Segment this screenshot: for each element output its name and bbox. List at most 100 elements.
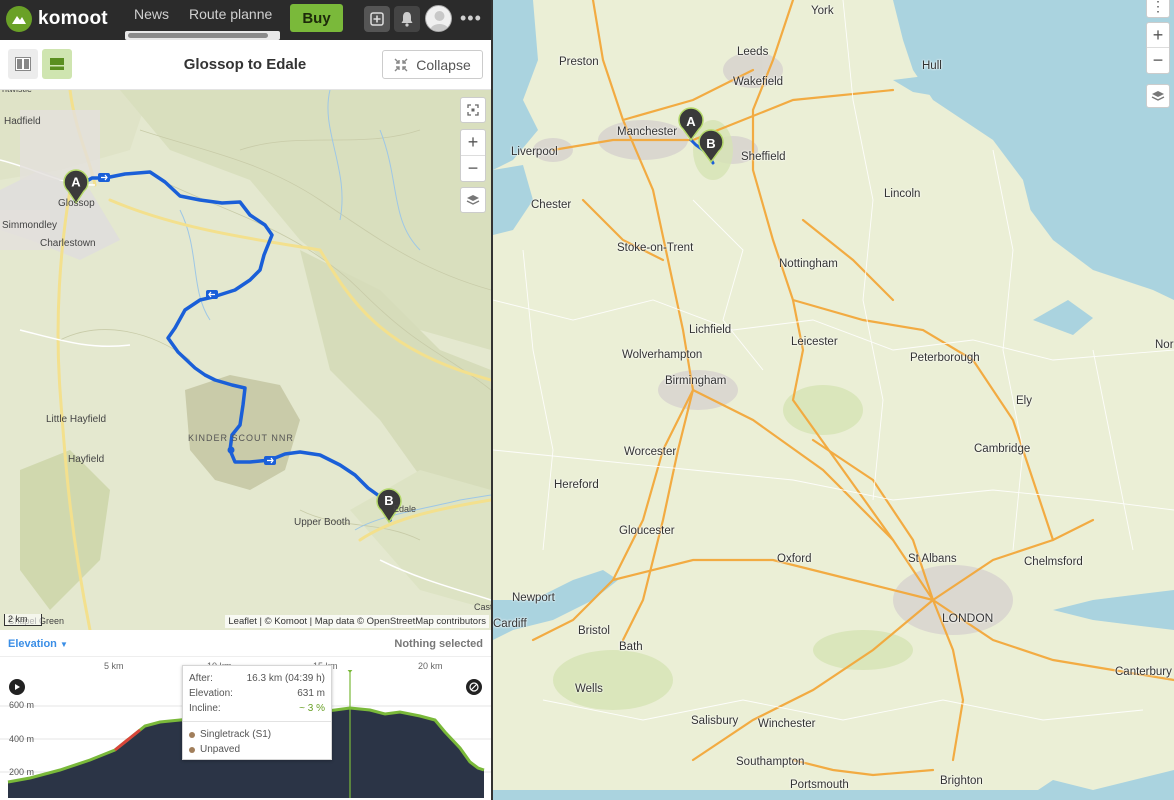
city-newport: Newport bbox=[512, 592, 555, 604]
komoot-logo[interactable]: komoot bbox=[6, 5, 126, 33]
place-castleton: Cast bbox=[474, 602, 491, 612]
city-wolverhampton: Wolverhampton bbox=[622, 349, 703, 361]
nav-news[interactable]: News bbox=[134, 6, 169, 22]
nav-scrollbar[interactable] bbox=[125, 31, 280, 40]
zoom-in-button[interactable]: + bbox=[461, 130, 485, 156]
city-manchester: Manchester bbox=[617, 126, 678, 138]
city-ely: Ely bbox=[1016, 395, 1032, 407]
layers-icon bbox=[1151, 91, 1165, 101]
altitude-label: 400 m bbox=[9, 734, 35, 744]
route-position-dot bbox=[227, 446, 235, 454]
city-chester: Chester bbox=[531, 199, 572, 211]
layers-button[interactable] bbox=[460, 187, 486, 213]
city-cardiff: Cardiff bbox=[493, 618, 527, 630]
altitude-label: 200 m bbox=[9, 767, 35, 777]
collapse-icon bbox=[394, 58, 408, 71]
overview-zoom-in-button[interactable]: + bbox=[1147, 23, 1169, 48]
notifications-bell-icon[interactable] bbox=[394, 6, 420, 32]
avatar[interactable] bbox=[425, 5, 452, 32]
map-scale: 2 km bbox=[4, 614, 42, 626]
play-button[interactable] bbox=[9, 679, 25, 695]
play-icon bbox=[15, 684, 20, 690]
city-gloucester: Gloucester bbox=[619, 525, 675, 537]
nav-route-planner[interactable]: Route planne bbox=[189, 6, 277, 22]
komoot-logo-icon bbox=[6, 6, 32, 32]
fit-route-button[interactable] bbox=[460, 97, 486, 123]
city-preston: Preston bbox=[559, 56, 599, 68]
zoom-control: + − bbox=[460, 129, 486, 182]
split-view-icon bbox=[15, 57, 31, 71]
overview-map[interactable]: A B York Leeds Wakefield Hull Preston Ma… bbox=[493, 0, 1174, 800]
map-view-button[interactable] bbox=[42, 49, 72, 79]
city-oxford: Oxford bbox=[777, 553, 812, 565]
elevation-dropdown[interactable]: Elevation ▼ bbox=[8, 638, 68, 650]
elevation-title: Elevation bbox=[8, 638, 57, 650]
map-view-icon bbox=[50, 58, 64, 70]
create-tour-icon[interactable] bbox=[364, 6, 390, 32]
split-view-button[interactable] bbox=[8, 49, 38, 79]
top-navigation-bar: komoot News Route planne Buy ••• bbox=[0, 0, 491, 40]
page-title: Glossop to Edale bbox=[183, 56, 307, 73]
overview-map-canvas: A B bbox=[493, 0, 1174, 800]
city-hereford: Hereford bbox=[554, 479, 599, 491]
no-cycling-icon bbox=[469, 682, 479, 692]
start-marker-label: A bbox=[71, 175, 81, 190]
layers-icon bbox=[466, 195, 480, 205]
collapse-label: Collapse bbox=[416, 56, 471, 73]
city-london: LONDON bbox=[942, 611, 994, 625]
collapse-button[interactable]: Collapse bbox=[382, 50, 483, 79]
place-upper-booth: Upper Booth bbox=[294, 517, 350, 528]
selection-status: Nothing selected bbox=[394, 638, 483, 650]
tour-header: Glossop to Edale Collapse bbox=[0, 40, 491, 90]
nav-scrollbar-thumb[interactable] bbox=[128, 33, 268, 38]
city-norwich: Nor bbox=[1155, 339, 1174, 351]
city-canterbury: Canterbury bbox=[1115, 666, 1172, 678]
tour-panel: komoot News Route planne Buy ••• Glossop… bbox=[0, 0, 491, 800]
altitude-label: 600 m bbox=[9, 700, 35, 710]
city-hull: Hull bbox=[922, 60, 942, 72]
surface-dot-icon bbox=[189, 746, 195, 753]
fullscreen-button[interactable]: ⋮ bbox=[1146, 0, 1170, 18]
place-kinder-scout: KINDER SCOUT NNR bbox=[188, 433, 294, 443]
route-map[interactable]: A B Hadfield ntwistle Glossop Simmondley… bbox=[0, 90, 491, 630]
city-nottingham: Nottingham bbox=[779, 258, 838, 270]
brand-name: komoot bbox=[38, 8, 108, 29]
city-st-albans: St Albans bbox=[908, 553, 957, 565]
city-wells: Wells bbox=[575, 683, 603, 695]
city-leicester: Leicester bbox=[791, 336, 838, 348]
overview-end-label: B bbox=[706, 136, 715, 151]
city-birmingham: Birmingham bbox=[665, 375, 727, 387]
city-cambridge: Cambridge bbox=[974, 443, 1031, 455]
city-liverpool: Liverpool bbox=[511, 146, 558, 158]
elevation-tooltip: After: 16.3 km (04:39 h) Elevation: 631 m … bbox=[182, 665, 332, 760]
buy-button[interactable]: Buy bbox=[290, 4, 343, 32]
place-simmondley: Simmondley bbox=[2, 220, 57, 231]
surface-info-button[interactable] bbox=[466, 679, 482, 695]
tooltip-after-value: 16.3 km (04:39 h) bbox=[246, 673, 325, 684]
city-bath: Bath bbox=[619, 641, 643, 653]
city-wakefield: Wakefield bbox=[733, 76, 784, 88]
city-bristol: Bristol bbox=[578, 625, 610, 637]
city-salisbury: Salisbury bbox=[691, 715, 739, 727]
fit-route-icon bbox=[467, 104, 479, 116]
zoom-out-button[interactable]: − bbox=[461, 156, 485, 181]
chevron-down-icon: ▼ bbox=[59, 640, 68, 649]
city-brighton: Brighton bbox=[940, 775, 983, 787]
overview-zoom-out-button[interactable]: − bbox=[1147, 48, 1169, 73]
city-stoke-on-trent: Stoke-on-Trent bbox=[617, 242, 694, 254]
city-york: York bbox=[811, 5, 834, 17]
tooltip-surface: Unpaved bbox=[200, 744, 241, 755]
more-options-icon[interactable]: ••• bbox=[460, 8, 482, 29]
overview-layers-button[interactable] bbox=[1146, 84, 1170, 108]
city-portsmouth: Portsmouth bbox=[790, 779, 849, 791]
place-hadfield: Hadfield bbox=[4, 116, 41, 127]
cursor-handle[interactable] bbox=[346, 670, 354, 673]
place-charlestown: Charlestown bbox=[40, 238, 96, 249]
tooltip-after-label: After: bbox=[189, 673, 213, 684]
tooltip-elevation-label: Elevation: bbox=[189, 688, 233, 699]
tooltip-incline-label: Incline: bbox=[189, 703, 221, 714]
city-sheffield: Sheffield bbox=[741, 151, 786, 163]
city-lincoln: Lincoln bbox=[884, 188, 921, 200]
map-attribution[interactable]: Leaflet | © Komoot | Map data © OpenStre… bbox=[225, 615, 489, 628]
place-glossop: Glossop bbox=[58, 198, 95, 209]
